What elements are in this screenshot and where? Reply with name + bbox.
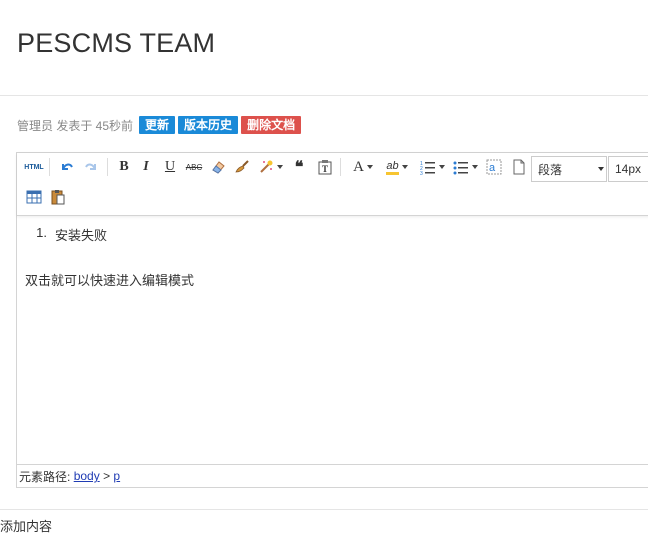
list-item: 1. 安装失败 xyxy=(25,225,194,244)
chevron-down-icon xyxy=(438,165,445,169)
editor-content-area[interactable]: 1. 安装失败 双击就可以快速进入编辑模式 xyxy=(25,225,194,289)
eraser-button[interactable] xyxy=(208,157,228,177)
font-size-value: 14px xyxy=(615,162,642,176)
path-separator: > xyxy=(103,469,111,483)
toolbar-separator xyxy=(49,158,50,176)
author-info: 管理员 发表于 45秒前 xyxy=(17,118,134,133)
ordered-list-icon: 123 xyxy=(420,161,435,175)
table-icon xyxy=(26,190,42,204)
update-button[interactable]: 更新 xyxy=(139,116,176,134)
editor-toolbar: HTML B I U ABC ❝ T A ab 1 2 3 a 段落 14px xyxy=(17,153,648,216)
redo-icon xyxy=(85,163,96,170)
paragraph-format-select[interactable]: 段落 xyxy=(531,156,607,182)
new-page-button[interactable] xyxy=(509,157,529,177)
bold-button[interactable]: B xyxy=(114,157,134,177)
doc-meta: 管理员 发表于 45秒前 更新 版本历史 删除文档 xyxy=(17,116,302,134)
paste-text-icon: T xyxy=(318,160,332,175)
blank-page-icon xyxy=(513,159,525,175)
page-title: PESCMS TEAM xyxy=(17,28,216,58)
at-sign-icon: a xyxy=(486,159,502,175)
strikethrough-icon: ABC xyxy=(185,162,203,172)
magic-wand-icon xyxy=(259,160,272,173)
magic-wand-button[interactable] xyxy=(255,157,285,177)
chevron-down-icon xyxy=(401,165,408,169)
font-size-select[interactable]: 14px xyxy=(608,156,648,182)
editor-paragraph: 双击就可以快速进入编辑模式 xyxy=(25,273,195,288)
path-body-link[interactable]: body xyxy=(74,469,100,483)
chevron-down-icon xyxy=(276,165,283,169)
path-p-link[interactable]: p xyxy=(113,469,120,483)
element-path-label: 元素路径: xyxy=(19,469,71,484)
italic-icon: I xyxy=(143,159,149,174)
rich-text-editor: HTML B I U ABC ❝ T A ab 1 2 3 a 段落 14px … xyxy=(16,152,648,488)
clipboard-icon xyxy=(51,190,65,205)
unordered-list-icon xyxy=(453,161,468,175)
undo-icon xyxy=(62,163,73,170)
editor-statusbar: 元素路径: body > p xyxy=(17,464,648,487)
font-color-icon: A xyxy=(353,158,364,175)
italic-button[interactable]: I xyxy=(136,157,156,177)
quote-icon: ❝ xyxy=(294,159,304,176)
chevron-down-icon xyxy=(366,165,373,169)
svg-text:T: T xyxy=(322,164,328,174)
underline-button[interactable]: U xyxy=(160,157,180,177)
strikethrough-button[interactable]: ABC xyxy=(183,157,205,177)
redo-button[interactable] xyxy=(80,157,102,177)
ordered-list-button[interactable]: 123 xyxy=(417,157,447,177)
version-history-button[interactable]: 版本历史 xyxy=(178,116,239,134)
svg-text:3: 3 xyxy=(420,171,423,175)
highlight-color-button[interactable]: ab xyxy=(381,157,413,177)
insert-table-button[interactable] xyxy=(23,187,45,207)
special-char-button[interactable]: a xyxy=(484,157,504,177)
bottom-divider xyxy=(0,509,648,510)
add-content-label: 添加内容 xyxy=(0,519,53,534)
paste-plain-button[interactable] xyxy=(47,187,69,207)
undo-button[interactable] xyxy=(56,157,78,177)
delete-document-button[interactable]: 删除文档 xyxy=(241,116,302,134)
list-item-text: 安装失败 xyxy=(55,228,108,243)
bold-icon: B xyxy=(119,159,129,174)
svg-text:a: a xyxy=(489,162,496,174)
paragraph-format-value: 段落 xyxy=(538,162,563,177)
blockquote-button[interactable]: ❝ xyxy=(289,157,309,177)
underline-icon: U xyxy=(164,159,176,174)
toolbar-separator xyxy=(107,158,108,176)
font-color-button[interactable]: A xyxy=(349,157,377,177)
list-index: 1. xyxy=(36,225,47,240)
chevron-down-icon xyxy=(471,165,478,169)
toolbar-separator xyxy=(340,158,341,176)
highlight-icon: ab xyxy=(386,160,399,175)
chevron-down-icon xyxy=(598,167,604,171)
unordered-list-button[interactable] xyxy=(450,157,480,177)
html-label: HTML xyxy=(24,163,44,171)
format-brush-button[interactable] xyxy=(232,157,252,177)
eraser-icon xyxy=(212,161,225,174)
header-divider xyxy=(0,95,648,96)
brush-icon xyxy=(235,160,249,173)
html-source-button[interactable]: HTML xyxy=(23,157,45,177)
paste-text-button[interactable]: T xyxy=(315,157,335,177)
